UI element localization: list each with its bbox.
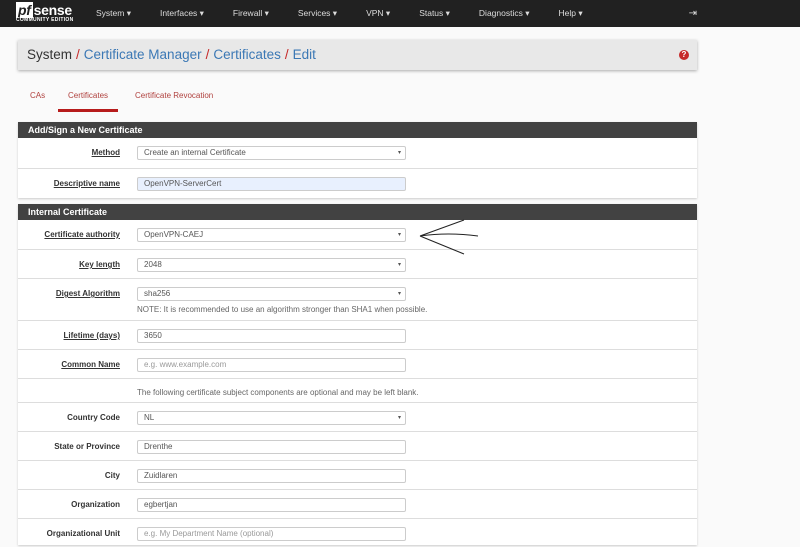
add-sign-panel: Add/Sign a New Certificate Method Create… — [18, 122, 697, 198]
tab-certificate-revocation[interactable]: Certificate Revocation — [135, 91, 213, 100]
keylen-value: 2048 — [144, 260, 162, 269]
key-length-select[interactable]: 2048 ▾ — [137, 258, 406, 272]
org-unit-input[interactable]: e.g. My Department Name (optional) — [137, 527, 406, 541]
breadcrumb-edit[interactable]: Edit — [293, 47, 316, 62]
internal-cert-panel: Internal Certificate Certificate authori… — [18, 204, 697, 545]
org-label: Organization — [71, 500, 120, 509]
logo-pf: pf — [16, 2, 33, 18]
breadcrumb-sep: / — [205, 47, 210, 62]
ca-label: Certificate authority — [44, 230, 120, 239]
main-menu: System ▾ Interfaces ▾ Firewall ▾ Service… — [96, 0, 612, 27]
panel-heading: Add/Sign a New Certificate — [18, 122, 697, 138]
cn-label: Common Name — [61, 360, 120, 369]
breadcrumb-sep: / — [284, 47, 289, 62]
digest-value: sha256 — [144, 289, 171, 298]
caret-down-icon: ▾ — [397, 415, 401, 421]
menu-system[interactable]: System ▾ — [96, 0, 131, 27]
descriptive-name-input[interactable]: OpenVPN-ServerCert — [137, 177, 406, 191]
tab-certificates[interactable]: Certificates — [58, 91, 119, 112]
menu-firewall[interactable]: Firewall ▾ — [233, 0, 269, 27]
caret-down-icon: ▾ — [397, 150, 401, 156]
descr-label: Descriptive name — [53, 179, 120, 188]
caret-down-icon: ▾ — [397, 232, 401, 238]
state-input[interactable]: Drenthe — [137, 440, 406, 454]
menu-help[interactable]: Help ▾ — [559, 0, 583, 27]
breadcrumb: System / Certificate Manager / Certificates /… — [18, 40, 697, 70]
state-label: State or Province — [54, 442, 120, 451]
menu-interfaces[interactable]: Interfaces ▾ — [160, 0, 204, 27]
optional-note: The following certificate subject compon… — [137, 388, 419, 397]
pfsense-logo[interactable]: pf sense COMMUNITY EDITION — [16, 2, 74, 23]
organization-input[interactable]: egbertjan — [137, 498, 406, 512]
method-select[interactable]: Create an internal Certificate ▾ — [137, 146, 406, 160]
menu-services[interactable]: Services ▾ — [298, 0, 337, 27]
country-label: Country Code — [67, 413, 120, 422]
country-value: NL — [144, 413, 155, 422]
ou-label: Organizational Unit — [46, 529, 120, 538]
method-value: Create an internal Certificate — [144, 148, 246, 157]
breadcrumb-system: System — [27, 47, 73, 62]
ca-select[interactable]: OpenVPN-CAEJ ▾ — [137, 228, 406, 242]
city-label: City — [104, 471, 120, 480]
menu-vpn[interactable]: VPN ▾ — [366, 0, 390, 27]
top-navbar: pf sense COMMUNITY EDITION System ▾ Inter… — [0, 0, 800, 27]
help-icon[interactable]: ? — [679, 50, 689, 60]
digest-label: Digest Algorithm — [55, 289, 120, 298]
breadcrumb-sep: / — [76, 47, 80, 62]
caret-down-icon: ▾ — [397, 291, 401, 297]
ca-value: OpenVPN-CAEJ — [144, 230, 204, 239]
breadcrumb-cert-manager[interactable]: Certificate Manager — [84, 47, 202, 62]
lifetime-label: Lifetime (days) — [63, 331, 120, 340]
common-name-input[interactable]: e.g. www.example.com — [137, 358, 406, 372]
lifetime-input[interactable]: 3650 — [137, 329, 406, 343]
logout-icon[interactable]: ⇥ — [689, 8, 697, 19]
hand-drawn-arrow-annotation — [419, 219, 479, 255]
digest-select[interactable]: sha256 ▾ — [137, 287, 406, 301]
tab-cas[interactable]: CAs — [30, 91, 45, 100]
menu-status[interactable]: Status ▾ — [419, 0, 450, 27]
panel-heading: Internal Certificate — [18, 204, 697, 220]
logo-edition: COMMUNITY EDITION — [16, 17, 74, 23]
country-select[interactable]: NL ▾ — [137, 411, 406, 425]
method-label: Method — [91, 148, 120, 157]
city-input[interactable]: Zuidlaren — [137, 469, 406, 483]
logo-sense: sense — [33, 2, 73, 18]
breadcrumb-certificates[interactable]: Certificates — [213, 47, 281, 62]
digest-note: NOTE: It is recommended to use an algori… — [137, 305, 428, 314]
keylen-label: Key length — [79, 260, 120, 269]
caret-down-icon: ▾ — [397, 262, 401, 268]
menu-diagnostics[interactable]: Diagnostics ▾ — [479, 0, 530, 27]
